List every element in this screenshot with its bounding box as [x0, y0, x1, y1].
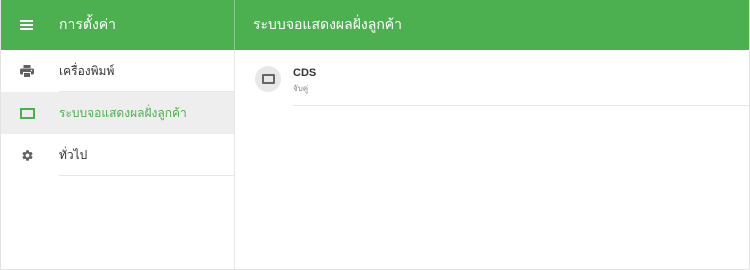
settings-sidebar: เครื่องพิมพ์ ระบบจอแสดงผลฝั่งลูกค้า ทั่ว…: [1, 50, 235, 269]
device-name: CDS: [293, 67, 317, 79]
sidebar-item-general[interactable]: ทั่วไป: [1, 134, 234, 176]
menu-button[interactable]: [13, 12, 39, 38]
settings-window: การตั้งค่า ระบบจอแสดงผลฝั่งลูกค้า เครื่อ…: [0, 0, 750, 270]
display-icon: [261, 74, 275, 84]
sidebar-item-customer-display[interactable]: ระบบจอแสดงผลฝั่งลูกค้า: [1, 92, 234, 134]
top-app-bar: การตั้งค่า ระบบจอแสดงผลฝั่งลูกค้า: [1, 0, 749, 50]
menu-icon: [19, 20, 33, 30]
sidebar-item-printers[interactable]: เครื่องพิมพ์: [1, 50, 234, 92]
topbar-divider: [234, 0, 235, 50]
sidebar-divider: [59, 175, 234, 176]
page-title: ระบบจอแสดงผลฝั่งลูกค้า: [253, 17, 403, 33]
device-list-item[interactable]: CDS จับคู่: [235, 50, 749, 106]
device-status: จับคู่: [293, 84, 309, 93]
gear-icon: [19, 148, 35, 162]
display-icon: [19, 106, 35, 120]
device-avatar: [255, 66, 281, 92]
device-divider: [293, 105, 749, 106]
sidebar-item-label: ทั่วไป: [59, 148, 88, 162]
app-title: การตั้งค่า: [59, 17, 117, 33]
sidebar-item-label: เครื่องพิมพ์: [59, 64, 115, 78]
printer-icon: [19, 64, 35, 78]
sidebar-item-label: ระบบจอแสดงผลฝั่งลูกค้า: [59, 106, 187, 120]
device-list: CDS จับคู่: [235, 50, 749, 269]
